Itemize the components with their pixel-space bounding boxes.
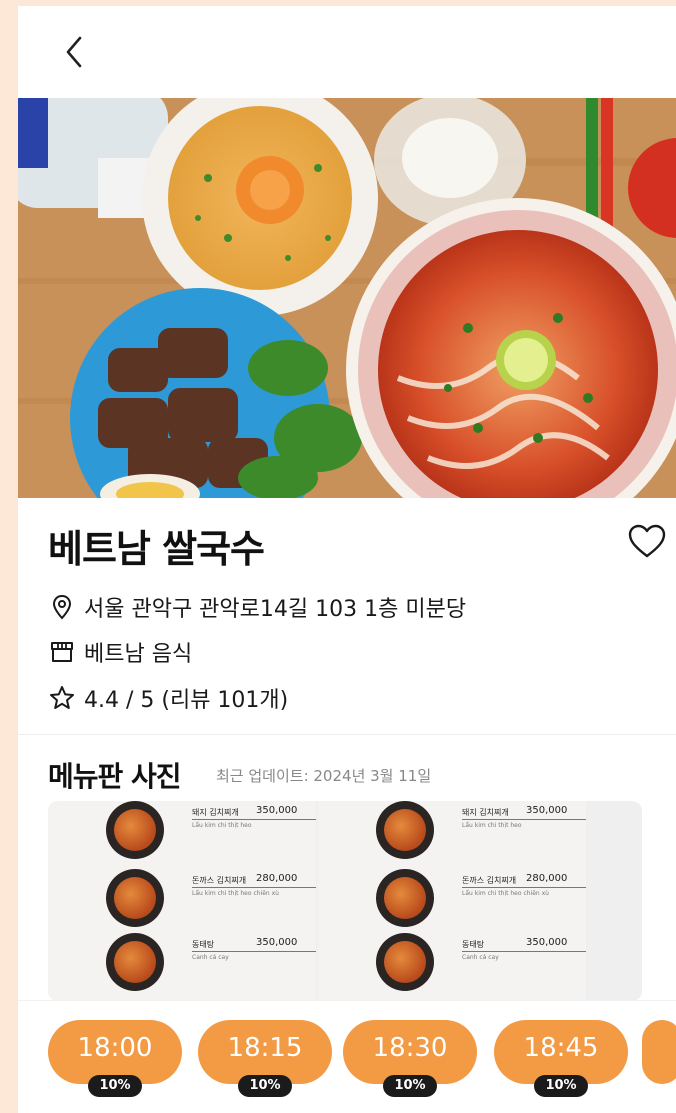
address-text: 서울 관악구 관악로14길 103 1층 미분당 (84, 597, 467, 622)
chevron-left-icon[interactable] (56, 32, 92, 72)
menu-item-subtitle: Lẩu kim chi thịt heo (192, 822, 252, 829)
top-bar (18, 6, 676, 98)
restaurant-detail-screen: 베트남 쌀국수 서울 관악구 관악로14길 103 1층 미분당 베트남 음식 … (18, 6, 676, 1113)
discount-badge: 10% (88, 1075, 142, 1097)
menu-item-price: 350,000 (526, 805, 568, 816)
time-slot-time: 18:45 (523, 1033, 599, 1063)
menu-item-price: 280,000 (526, 873, 568, 884)
dish-image (106, 933, 164, 991)
discount-badge: 10% (534, 1075, 588, 1097)
address-row: 서울 관악구 관악로14길 103 1층 미분당 (48, 591, 466, 623)
discount-badge: 10% (383, 1075, 437, 1097)
dish-image (376, 801, 434, 859)
dish-image (106, 801, 164, 859)
discount-badge: 10% (238, 1075, 292, 1097)
menu-board-title: 메뉴판 사진 (48, 760, 182, 793)
heart-icon[interactable] (627, 523, 667, 559)
menu-item-subtitle: Lẩu kim chi thịt heo chiên xù (192, 890, 279, 897)
menu-item: 동태탕 350,000 Canh cá cay (106, 933, 316, 991)
time-slot-button[interactable]: 18:00 10% (48, 1020, 182, 1097)
menu-item-name: 돈까스 김치찌개 (462, 876, 517, 885)
time-slot-time: 18:00 (77, 1033, 153, 1063)
category-row: 베트남 음식 (48, 636, 192, 668)
time-slot-button[interactable]: 18:30 10% (343, 1020, 477, 1097)
dish-image (376, 933, 434, 991)
menu-item-subtitle: Lẩu kim chi thịt heo (462, 822, 522, 829)
menu-item-subtitle: Canh cá cay (462, 954, 499, 961)
category-text: 베트남 음식 (84, 642, 193, 667)
dish-image (376, 869, 434, 927)
menu-item-subtitle: Canh cá cay (192, 954, 229, 961)
restaurant-photo (18, 98, 676, 498)
menu-item: 돼지 김치찌개 350,000 Lẩu kim chi thịt heo (376, 801, 586, 859)
time-slot-button[interactable]: 18:15 10% (198, 1020, 332, 1097)
rating-row: 4.4 / 5 (리뷰 101개) (48, 682, 288, 714)
menu-board-photo[interactable]: 돼지 김치찌개 350,000 Lẩu kim chi thịt heo 돈까스… (48, 801, 642, 1001)
menu-item-price: 280,000 (256, 873, 298, 884)
time-slot-time: 18:30 (372, 1033, 448, 1063)
menu-item-name: 돈까스 김치찌개 (192, 876, 247, 885)
menu-item: 돈까스 김치찌개 280,000 Lẩu kim chi thịt heo ch… (106, 869, 316, 927)
menu-item-name: 돼지 김치찌개 (192, 808, 239, 817)
time-slot-bar: 18:00 10% 18:15 10% 18:30 10% 18:45 10% (18, 1000, 676, 1113)
menu-item: 동태탕 350,000 Canh cá cay (376, 933, 586, 991)
food-photo-illustration (18, 98, 676, 498)
menu-item: 돼지 김치찌개 350,000 Lẩu kim chi thịt heo (106, 801, 316, 859)
time-slot-time: 18:15 (227, 1033, 303, 1063)
menu-item-name: 동태탕 (192, 940, 215, 949)
menu-item-subtitle: Lẩu kim chi thịt heo chiên xù (462, 890, 549, 897)
menu-page-2: 돼지 김치찌개 350,000 Lẩu kim chi thịt heo 돈까스… (318, 801, 586, 1001)
menu-item: 돈까스 김치찌개 280,000 Lẩu kim chi thịt heo ch… (376, 869, 586, 927)
restaurant-name: 베트남 쌀국수 (48, 527, 265, 571)
menu-item-price: 350,000 (256, 937, 298, 948)
menu-item-name: 돼지 김치찌개 (462, 808, 509, 817)
time-slot-button-partial[interactable] (642, 1020, 676, 1084)
location-pin-icon (52, 594, 72, 620)
menu-updated-date: 최근 업데이트: 2024년 3월 11일 (216, 767, 432, 785)
star-icon (50, 686, 74, 709)
dish-image (106, 869, 164, 927)
store-icon (51, 642, 73, 662)
menu-item-price: 350,000 (256, 805, 298, 816)
time-slot-button[interactable]: 18:45 10% (494, 1020, 628, 1097)
menu-page-1: 돼지 김치찌개 350,000 Lẩu kim chi thịt heo 돈까스… (48, 801, 316, 1001)
menu-item-name: 동태탕 (462, 940, 485, 949)
menu-board-section: 메뉴판 사진 최근 업데이트: 2024년 3월 11일 돼지 김치찌개 350… (18, 735, 676, 1001)
restaurant-info: 베트남 쌀국수 서울 관악구 관악로14길 103 1층 미분당 베트남 음식 … (18, 498, 676, 734)
rating-text: 4.4 / 5 (리뷰 101개) (84, 688, 289, 713)
menu-item-price: 350,000 (526, 937, 568, 948)
